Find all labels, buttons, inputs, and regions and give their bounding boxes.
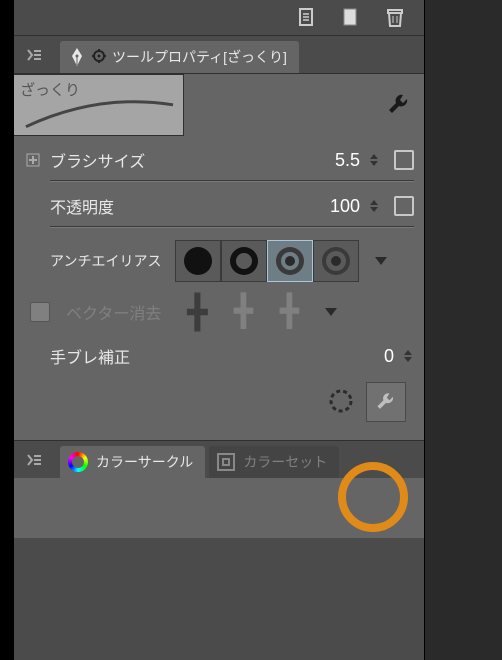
right-gutter (424, 0, 502, 660)
antialias-dropdown-icon[interactable] (375, 257, 387, 265)
vector-erase-dropdown-icon[interactable] (325, 308, 337, 316)
spacer-slot (24, 252, 42, 270)
color-circle-label: カラーサークル (96, 452, 193, 472)
vector-erase-row: ベクター消去 ╋ ╋ ╋ (24, 288, 414, 336)
opacity-stepper[interactable] (368, 194, 380, 218)
stabilize-stepper[interactable] (402, 344, 414, 368)
color-panel-header: カラーサークル カラーセット (14, 440, 424, 478)
antialias-option-weak[interactable] (221, 240, 267, 282)
vector-erase-checkbox[interactable] (30, 302, 50, 322)
dock-handle-icon[interactable] (20, 41, 48, 69)
expand-icon[interactable] (24, 151, 42, 169)
trash-icon[interactable] (384, 7, 406, 29)
vector-erase-label: ベクター消去 (66, 300, 161, 324)
brush-size-label: ブラシサイズ (50, 148, 145, 172)
color-panel-body (14, 478, 424, 538)
blank-doc-icon[interactable] (340, 7, 362, 29)
antialias-options (175, 240, 359, 282)
opacity-row: 不透明度 100 (24, 188, 414, 234)
tool-preview-row: ざっくり (14, 74, 424, 136)
stabilize-label: 手ブレ補正 (50, 344, 130, 368)
sub-tool-detail-icon[interactable] (382, 88, 416, 122)
stroke-preview[interactable]: ざっくり (14, 74, 184, 136)
antialias-row: アンチエイリアス (24, 234, 414, 288)
gear-icon (92, 49, 106, 66)
spacer-slot (24, 347, 42, 365)
vector-erase-mode-1[interactable]: ╋ (177, 294, 217, 330)
stabilize-value[interactable]: 0 (344, 346, 394, 367)
color-circle-icon (68, 452, 88, 472)
tab-title: ツールプロパティ[ざっくり] (112, 47, 287, 67)
vector-erase-mode-3[interactable]: ╋ (269, 294, 309, 330)
antialias-option-strong[interactable] (313, 240, 359, 282)
opacity-slider[interactable] (50, 226, 414, 228)
brush-size-value[interactable]: 5.5 (310, 150, 360, 171)
spacer-slot (24, 197, 42, 215)
antialias-option-medium[interactable] (267, 240, 313, 282)
vector-erase-mode-2[interactable]: ╋ (223, 294, 263, 330)
opacity-dynamics-toggle[interactable] (394, 196, 414, 216)
antialias-option-none[interactable] (175, 240, 221, 282)
properties-panel: ブラシサイズ 5.5 不透明度 100 アンチエイリアス (14, 136, 424, 440)
tab-color-set[interactable]: カラーセット (209, 446, 339, 478)
opacity-label: 不透明度 (50, 194, 114, 218)
brush-size-dynamics-toggle[interactable] (394, 150, 414, 170)
brush-size-stepper[interactable] (368, 148, 380, 172)
antialias-label: アンチエイリアス (50, 251, 161, 271)
brush-size-row: ブラシサイズ 5.5 (24, 142, 414, 188)
reset-icon[interactable] (326, 386, 356, 419)
opacity-value[interactable]: 100 (310, 196, 360, 217)
stabilize-row: 手ブレ補正 0 (24, 336, 414, 376)
brush-size-slider[interactable] (50, 180, 414, 182)
top-toolbar (14, 0, 424, 36)
tab-tool-property[interactable]: ツールプロパティ[ざっくり] (60, 41, 299, 73)
pen-nib-icon (68, 46, 86, 68)
tab-color-circle[interactable]: カラーサークル (60, 446, 205, 478)
panel-footer-actions (24, 376, 414, 428)
new-doc-icon[interactable] (296, 7, 318, 29)
color-set-label: カラーセット (243, 452, 327, 472)
dock-handle-icon[interactable] (20, 446, 48, 474)
panel-header: ツールプロパティ[ざっくり] (14, 36, 424, 74)
color-set-icon (217, 453, 235, 471)
wrench-button[interactable] (366, 382, 406, 422)
